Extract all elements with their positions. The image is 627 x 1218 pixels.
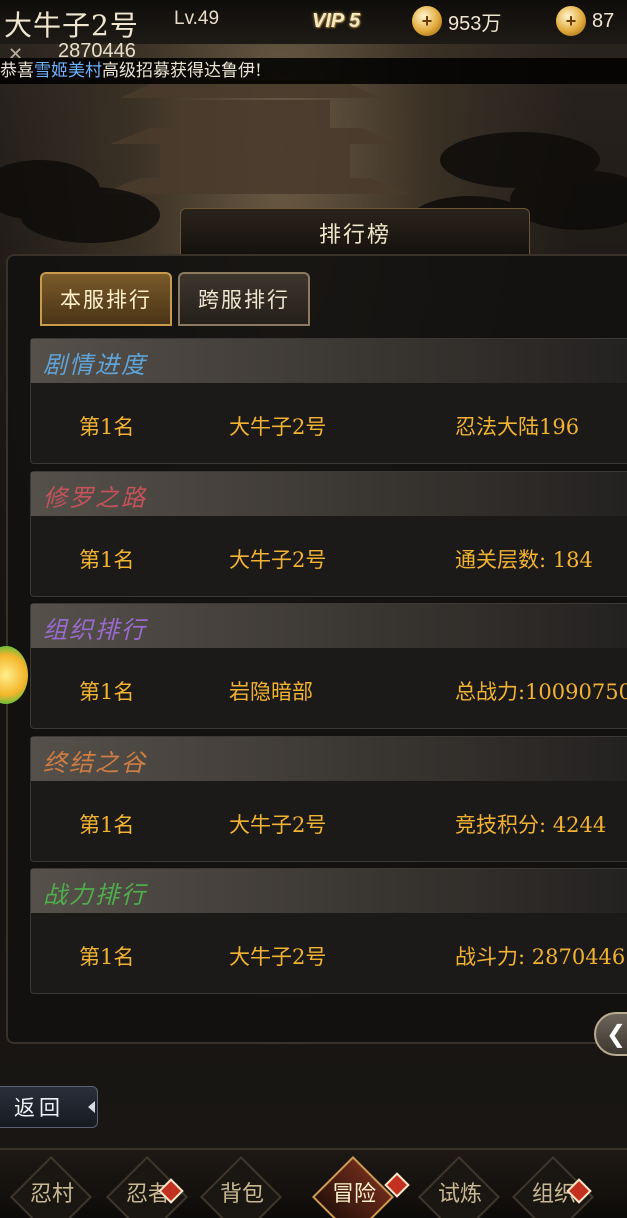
- rank-name: 大牛子2号: [229, 548, 327, 572]
- key-resource[interactable]: + 87: [556, 6, 614, 36]
- rank-value: 战斗力: 2870446: [455, 945, 626, 969]
- player-level: Lv.49: [174, 8, 220, 29]
- nav-trial[interactable]: 试炼: [417, 1155, 502, 1218]
- key-plus-icon[interactable]: +: [556, 6, 586, 36]
- ticker-player[interactable]: 雪姬美村: [34, 61, 102, 81]
- nav-adventure[interactable]: 冒险: [311, 1155, 396, 1218]
- ticker-prefix: 恭喜: [0, 61, 34, 81]
- vip-badge[interactable]: VIP 5: [312, 10, 360, 33]
- rank-value: 通关层数: 184: [455, 548, 593, 572]
- rank-card-title: 战力排行: [43, 881, 147, 909]
- rank-name: 大牛子2号: [229, 945, 327, 969]
- back-button[interactable]: 返回: [0, 1086, 98, 1128]
- rank-name: 大牛子2号: [229, 415, 327, 439]
- nav-label: 冒险: [331, 1182, 376, 1207]
- rank-value: 竞技积分: 4244: [455, 813, 607, 837]
- tab-cross-server[interactable]: 跨服排行: [178, 272, 310, 326]
- rank-card-power[interactable]: 战力排行 第1名 大牛子2号 战斗力: 2870446: [30, 868, 627, 994]
- key-amount: 87: [592, 9, 615, 32]
- rank-position: 第1名: [79, 813, 135, 837]
- coin-plus-icon[interactable]: +: [412, 6, 442, 36]
- rank-card-title: 终结之谷: [43, 749, 147, 777]
- rank-position: 第1名: [79, 548, 135, 572]
- rank-position: 第1名: [79, 945, 135, 969]
- rank-position: 第1名: [79, 680, 135, 704]
- caret-left-icon: [88, 1101, 95, 1113]
- rank-card-organization[interactable]: 组织排行 第1名 岩隐暗部 总战力:10090750: [30, 603, 627, 729]
- panel-title: 排行榜: [180, 208, 530, 256]
- rank-value: 忍法大陆196: [455, 415, 580, 439]
- rank-card-title: 剧情进度: [43, 351, 147, 379]
- rank-position: 第1名: [79, 415, 135, 439]
- nav-bag[interactable]: 背包: [199, 1155, 284, 1218]
- coin-resource[interactable]: + 953万: [412, 6, 501, 36]
- rank-card-asura[interactable]: 修罗之路 第1名 大牛子2号 通关层数: 184: [30, 471, 627, 597]
- rank-card-title: 组织排行: [43, 616, 147, 644]
- announcement-ticker: 恭喜雪姬美村高级招募获得达鲁伊!: [0, 58, 627, 84]
- nav-village[interactable]: 忍村: [9, 1155, 94, 1218]
- tab-local-server[interactable]: 本服排行: [40, 272, 172, 326]
- ticker-suffix: 高级招募获得达鲁伊!: [102, 61, 262, 81]
- rank-card-title: 修罗之路: [43, 484, 147, 512]
- coin-amount: 953万: [448, 12, 502, 35]
- player-name[interactable]: 大牛子2号: [4, 4, 139, 44]
- rank-value: 总战力:10090750: [455, 680, 627, 704]
- nav-label: 背包: [219, 1182, 264, 1207]
- rank-name: 岩隐暗部: [229, 680, 313, 704]
- back-label: 返回: [14, 1096, 64, 1120]
- nav-label: 试炼: [437, 1182, 482, 1207]
- rank-card-valley[interactable]: 终结之谷 第1名 大牛子2号 竞技积分: 4244: [30, 736, 627, 862]
- nav-label: 忍村: [29, 1182, 74, 1207]
- top-status-bar: 大牛子2号 Lv.49 VIP 5 + 953万 + 87: [0, 0, 627, 44]
- rank-name: 大牛子2号: [229, 813, 327, 837]
- rank-card-story[interactable]: 剧情进度 第1名 大牛子2号 忍法大陆196: [30, 338, 627, 464]
